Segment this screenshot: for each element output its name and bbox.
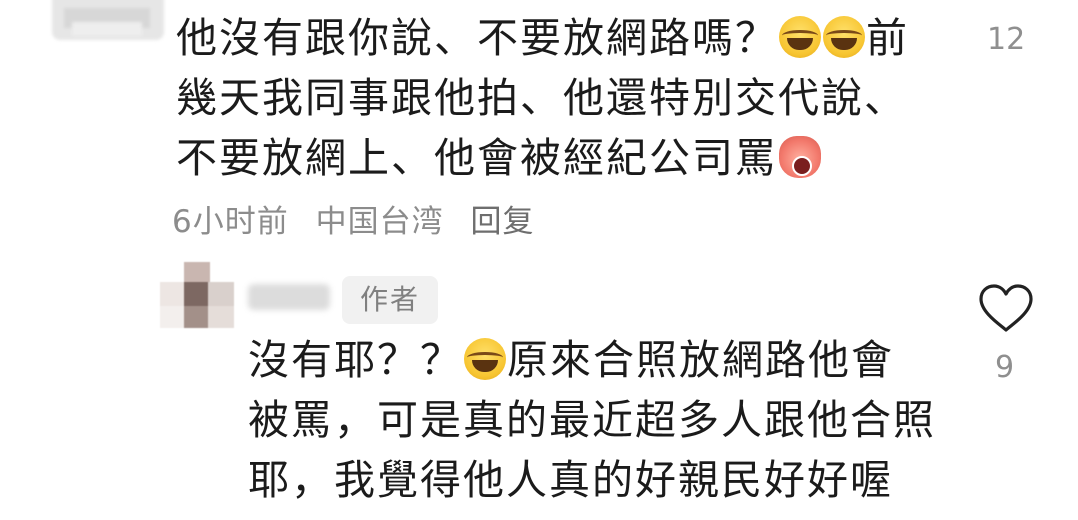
reply-line-1-end: 原來合照放網路他會 xyxy=(507,336,894,384)
like-count: 12 xyxy=(987,22,1026,57)
author-badge: 作者 xyxy=(342,276,439,324)
comment-body: 他沒有跟你說、不要放網路嗎？ 前 幾天我同事跟他拍、他還特別交代說、 不要放網上、… xyxy=(176,8,909,188)
laughing-tears-emoji-icon xyxy=(779,16,821,58)
comment-location: 中国台湾 xyxy=(315,204,444,240)
reply-line-1: 沒有耶？？ xyxy=(248,336,463,384)
comment-time: 6小时前 xyxy=(172,204,289,240)
author-username-blurred[interactable] xyxy=(248,284,330,310)
laughing-tears-emoji-icon xyxy=(823,16,865,58)
comment-line-1: 他沒有跟你說、不要放網路嗎？ xyxy=(176,14,778,62)
comment-line-3: 不要放網上、他會被經紀公司罵 xyxy=(176,134,778,182)
laughing-tears-emoji-icon xyxy=(464,338,506,380)
commenter-avatar-blurred[interactable] xyxy=(52,0,164,40)
author-avatar-blurred[interactable] xyxy=(160,262,234,328)
comment-meta: 6小时前 中国台湾 回复 xyxy=(172,196,550,241)
reply-line-3: 耶，我覺得他人真的好親民好好喔 xyxy=(248,456,893,504)
reply-line-2: 被罵，可是真的最近超多人跟他合照 xyxy=(248,396,936,444)
comment-line-2: 幾天我同事跟他拍、他還特別交代說、 xyxy=(176,74,907,122)
heart-icon xyxy=(979,284,1033,332)
comment-line-1-end: 前 xyxy=(866,14,909,62)
like-button[interactable] xyxy=(978,283,1034,335)
reply-button[interactable]: 回复 xyxy=(470,204,534,240)
crying-face-emoji-icon xyxy=(779,136,821,178)
author-reply-body: 沒有耶？？ 原來合照放網路他會 被罵，可是真的最近超多人跟他合照 耶，我覺得他人真… xyxy=(248,330,936,510)
like-count: 9 xyxy=(995,350,1015,385)
